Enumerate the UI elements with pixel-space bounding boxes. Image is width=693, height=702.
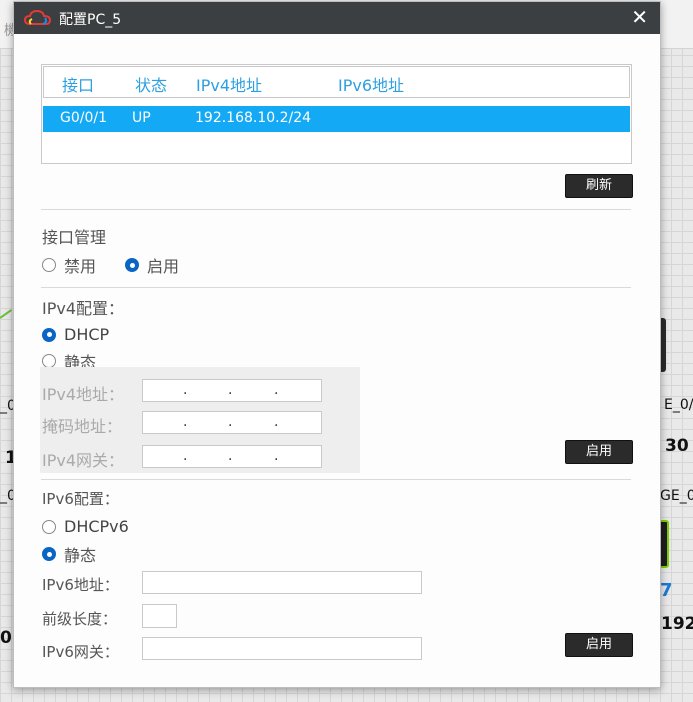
disable-label: 禁用 — [64, 257, 97, 276]
column-header: 接口 — [62, 76, 95, 95]
refresh-button[interactable]: 刷新 — [565, 174, 633, 198]
table-header: 接口 状态 IPv4地址 IPv6地址 — [43, 66, 630, 98]
cell-interface: G0/0/1 — [60, 110, 108, 126]
ipv6-dhcp-label: DHCPv6 — [64, 517, 129, 536]
ipv4-address-label: IPv4地址： — [42, 385, 125, 404]
ipv4-address-input[interactable]: ... — [142, 379, 322, 402]
mask-label: 掩码地址： — [42, 417, 123, 436]
canvas-label: 7 — [660, 580, 673, 601]
ipv6-dhcp-radio[interactable] — [42, 519, 56, 534]
title-bar[interactable]: 配置PC_5 ✕ — [14, 2, 660, 34]
interface-table: 接口 状态 IPv4地址 IPv6地址 G0/0/1 UP 192.168.10… — [41, 64, 632, 164]
cloud-logo-icon — [23, 9, 52, 25]
ipv6-static-option[interactable]: 静态 — [42, 542, 96, 566]
divider — [41, 479, 631, 480]
ipv6-apply-button[interactable]: 启用 — [565, 633, 633, 657]
window-title: 配置PC_5 — [59, 12, 122, 28]
ipv4-static-radio[interactable] — [42, 354, 56, 368]
cell-status: UP — [132, 110, 151, 126]
ipv6-config-title: IPv6配置： — [42, 490, 119, 508]
enable-option[interactable]: 启用 — [125, 253, 179, 277]
ipv4-config-title: IPv4配置： — [42, 299, 125, 318]
ipv4-dhcp-label: DHCP — [64, 325, 110, 344]
enable-label: 启用 — [147, 257, 180, 276]
canvas-label: E_0/ — [664, 397, 693, 413]
ipv6-address-label: IPv6地址： — [42, 576, 119, 594]
disable-option[interactable]: 禁用 — [42, 253, 96, 277]
canvas-label: 30 — [665, 436, 689, 456]
ipv4-gateway-label: IPv4网关： — [42, 451, 125, 470]
canvas-label: 192 — [661, 614, 693, 634]
disable-radio[interactable] — [42, 258, 56, 272]
ipv4-dhcp-radio[interactable] — [42, 327, 56, 342]
column-header: IPv4地址 — [196, 76, 263, 95]
mask-input[interactable]: ... — [142, 411, 322, 434]
column-header: 状态 — [135, 76, 168, 95]
ipv4-static-panel: IPv4地址： ... 掩码地址： ... IPv4网关： ... — [40, 367, 360, 473]
ipv4-gateway-input[interactable]: ... — [142, 445, 322, 468]
config-dialog: 配置PC_5 ✕ 接口 状态 IPv4地址 IPv6地址 G0/0/1 UP 1… — [13, 1, 661, 688]
ipv6-address-input[interactable] — [142, 571, 422, 594]
prefix-length-input[interactable] — [142, 604, 177, 628]
link-line — [0, 309, 13, 319]
prefix-length-label: 前级长度： — [42, 610, 118, 628]
ipv4-dhcp-option[interactable]: DHCP — [42, 325, 109, 344]
canvas-label: GE_0 — [660, 488, 693, 504]
cell-ipv4: 192.168.10.2/24 — [195, 110, 312, 126]
ipv6-gateway-label: IPv6网关： — [42, 643, 119, 661]
close-icon[interactable]: ✕ — [631, 6, 648, 28]
ipv6-gateway-input[interactable] — [142, 637, 422, 660]
interface-mgmt-title: 接口管理 — [42, 228, 107, 247]
divider — [41, 209, 631, 210]
ipv6-static-label: 静态 — [64, 546, 97, 565]
ipv6-static-radio[interactable] — [42, 547, 56, 561]
table-row[interactable]: G0/0/1 UP 192.168.10.2/24 — [43, 106, 630, 132]
ipv6-dhcp-option[interactable]: DHCPv6 — [42, 517, 129, 536]
divider — [41, 287, 631, 288]
column-header: IPv6地址 — [338, 76, 405, 95]
ipv4-apply-button[interactable]: 启用 — [565, 440, 633, 464]
enable-radio[interactable] — [125, 258, 139, 272]
